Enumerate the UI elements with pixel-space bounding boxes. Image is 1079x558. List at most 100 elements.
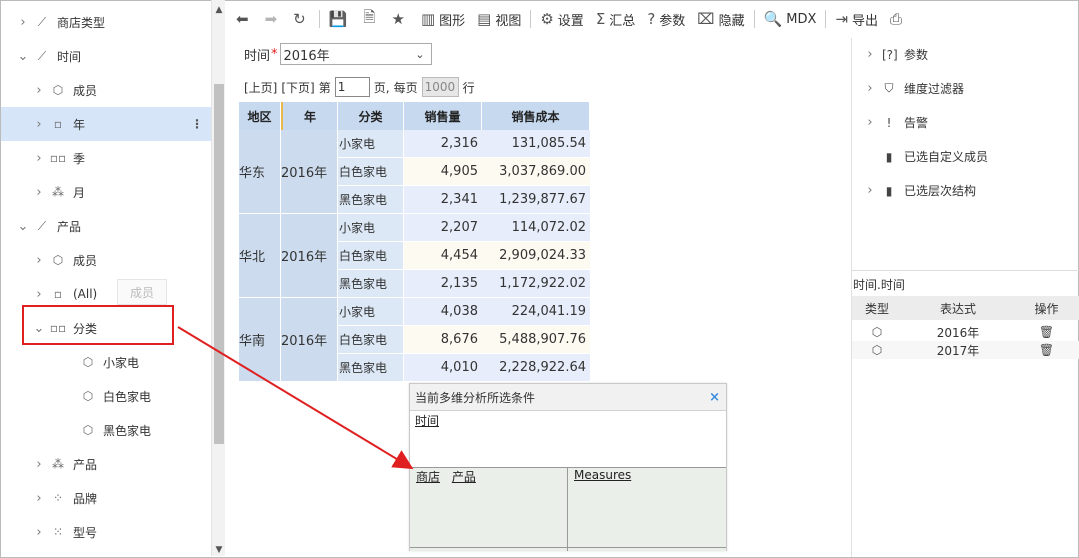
column-header[interactable]: 销售成本 [482,102,590,130]
chevron-right-icon[interactable]: › [33,253,45,268]
time-select[interactable]: 2016年 ⌄ [279,43,432,65]
more-menu-icon[interactable]: ⋮ [191,117,203,131]
column-header[interactable]: 分类 [338,102,404,130]
rows-zone-product-link[interactable]: 产品 [452,470,476,484]
panel-item[interactable]: › [?] 参数 [864,46,928,63]
rows-zone-store-link[interactable]: 商店 [416,470,440,484]
dialog-bottom-line [410,547,726,548]
mdx-button[interactable]: 🔍 MDX [758,5,823,33]
settings-button[interactable]: ⚙ 设置 [534,5,589,33]
chevron-down-icon[interactable]: ⌄ [17,49,29,64]
panel-item[interactable]: ▮ 已选自定义成员 [864,148,988,165]
tree-item[interactable]: › ⬡ 成员 [1,243,211,277]
tree-item[interactable]: ⌄ ⟋ 产品 [1,209,211,243]
tree-item[interactable]: ⌄ ⟋ 时间 [1,39,211,73]
tree-item[interactable]: › ⟋ 商店类型 [1,5,211,39]
scroll-thumb[interactable] [214,84,224,444]
tree-scrollbar[interactable]: ▲ ▼ [211,0,225,556]
trash-icon[interactable]: 🗑 [1014,343,1079,357]
region-cell[interactable]: 华南 [239,298,281,382]
category-cell[interactable]: 小家电 [338,298,404,326]
tree-item[interactable]: ⬡ 黑色家电 [1,413,211,447]
category-cell[interactable]: 黑色家电 [338,186,404,214]
cost-cell: 5,488,907.76 [482,326,590,354]
tree-item[interactable]: ⬡ 白色家电 [1,379,211,413]
region-cell[interactable]: 华东 [239,130,281,214]
chevron-right-icon[interactable]: › [33,287,45,302]
region-cell[interactable]: 华北 [239,214,281,298]
toolbar-label: 隐藏 [718,13,745,29]
summary-button[interactable]: Σ 汇总 [590,5,642,33]
table-row: 小家电 2,316 131,085.54 [338,130,590,158]
chevron-down-icon[interactable]: ⌄ [17,219,29,234]
category-cell[interactable]: 白色家电 [338,326,404,354]
hide-button[interactable]: ⌧ 隐藏 [691,5,750,33]
tree-item[interactable]: › ▫ 年 ⋮ [1,107,211,141]
chevron-right-icon[interactable]: › [864,47,876,62]
panel-item[interactable]: › ▮ 已选层次结构 [864,182,976,199]
tree-item[interactable]: › ⁂ 月 [1,175,211,209]
category-cell[interactable]: 黑色家电 [338,270,404,298]
filter-zone-time-link[interactable]: 时间 [415,414,439,428]
param-button[interactable]: ? 参数 [641,5,691,33]
forward-button[interactable]: ➡ [259,5,288,33]
panel-item[interactable]: ›! 告警 [864,114,928,131]
favorite-button[interactable]: ★ [385,5,414,33]
panel-item[interactable]: › ⛉ 维度过滤器 [864,80,964,97]
chevron-right-icon[interactable]: › [17,15,29,30]
chevron-right-icon[interactable]: › [33,151,45,166]
chevron-right-icon[interactable]: › [864,115,876,130]
chevron-right-icon[interactable]: › [33,83,45,98]
column-header[interactable]: 地区 [239,102,281,130]
region-group: 华北 2016年 小家电 2,207 114,072.02 白色家电 4,454 2,909,… [239,214,590,298]
prev-page-link[interactable]: [上页] [244,79,277,96]
chevron-right-icon[interactable]: › [33,491,45,506]
tree-item[interactable]: › ⁙ 型号 [1,515,211,549]
refresh-button[interactable]: ↻ [287,5,316,33]
chevron-right-icon[interactable]: › [33,185,45,200]
columns-zone-measures-link[interactable]: Measures [574,468,631,482]
level-icon: ⁂ [52,457,64,471]
doc-icon: ▮ [885,149,893,164]
scroll-down-arrow-icon[interactable]: ▼ [212,544,226,556]
year-cell[interactable]: 2016年 [281,130,338,214]
chart-button[interactable]: ▥ 图形 [415,5,471,33]
saveas-button[interactable]: 🗎 [357,5,385,33]
trash-icon[interactable]: 🗑 [1014,325,1079,339]
save-icon: 💾 [328,10,348,28]
print-button[interactable]: ⎙ [884,5,912,33]
close-icon[interactable]: × [709,390,720,405]
category-cell[interactable]: 白色家电 [338,158,404,186]
export-button[interactable]: ⇥ 导出 [829,5,884,33]
scroll-up-arrow-icon[interactable]: ▲ [212,4,226,16]
page-input[interactable]: 1 [334,77,370,97]
year-cell[interactable]: 2016年 [281,214,338,298]
tree-item[interactable]: › ⬡ 成员 [1,73,211,107]
tree-item[interactable]: › ▫▫ 季 [1,141,211,175]
tree-item[interactable]: ⬡ 小家电 [1,345,211,379]
view-button[interactable]: ▤ 视图 [471,5,527,33]
tree-item[interactable]: › ⁂ 产品 [1,447,211,481]
column-header[interactable]: 年 [281,102,338,130]
column-header[interactable]: 销售量 [404,102,482,130]
chevron-right-icon[interactable]: › [33,117,45,132]
chevron-right-icon[interactable]: › [33,457,45,472]
category-cell[interactable]: 白色家电 [338,242,404,270]
required-mark: * [271,46,278,62]
region-group: 华南 2016年 小家电 4,038 224,041.19 白色家电 8,676 5,488,… [239,298,590,382]
next-page-link[interactable]: [下页] [281,79,314,96]
quantity-cell: 2,316 [404,130,482,158]
time-select-value: 2016年 [283,48,330,64]
chevron-right-icon[interactable]: › [864,183,876,198]
year-cell[interactable]: 2016年 [281,298,338,382]
chevron-right-icon[interactable]: › [33,525,45,540]
tree-item[interactable]: › ⁘ 品牌 [1,481,211,515]
category-cell[interactable]: 黑色家电 [338,354,404,382]
quantity-cell: 4,038 [404,298,482,326]
category-cell[interactable]: 小家电 [338,214,404,242]
table-row: 小家电 4,038 224,041.19 [338,298,590,326]
chevron-right-icon[interactable]: › [864,81,876,96]
category-cell[interactable]: 小家电 [338,130,404,158]
back-button[interactable]: ⬅ [230,5,259,33]
save-button[interactable]: 💾 [323,5,358,33]
